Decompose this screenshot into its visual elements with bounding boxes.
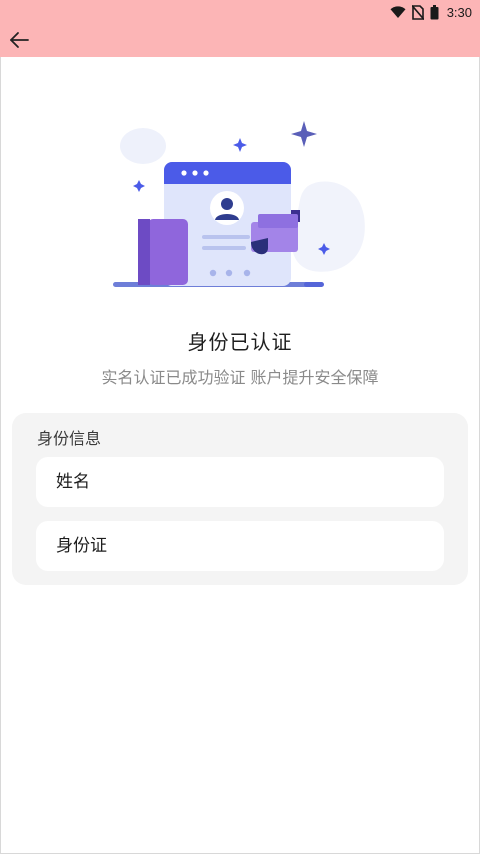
top-app-bar: 3:30: [0, 0, 480, 57]
status-bar: 3:30: [0, 0, 480, 24]
battery-icon: [430, 4, 439, 19]
wifi-icon: [390, 6, 406, 18]
name-field-row: 姓名: [36, 457, 444, 507]
status-icons: 3:30: [390, 3, 472, 21]
status-time: 3:30: [446, 4, 472, 20]
back-button[interactable]: [6, 28, 32, 52]
name-field-label: 姓名: [56, 472, 90, 492]
identity-card-illustration: [108, 116, 372, 298]
id-card-field-label: 身份证: [56, 536, 107, 556]
identity-info-section-title: 身份信息: [37, 429, 102, 448]
verification-status-subtitle: 实名认证已成功验证 账户提升安全保障: [101, 368, 379, 387]
verification-status-title: 身份已认证: [187, 330, 293, 354]
id-card-field-row: 身份证: [36, 521, 444, 571]
arrow-left-icon: [10, 32, 29, 48]
no-sim-icon: [411, 4, 424, 20]
identity-info-card: 身份信息 姓名 身份证: [12, 413, 468, 585]
